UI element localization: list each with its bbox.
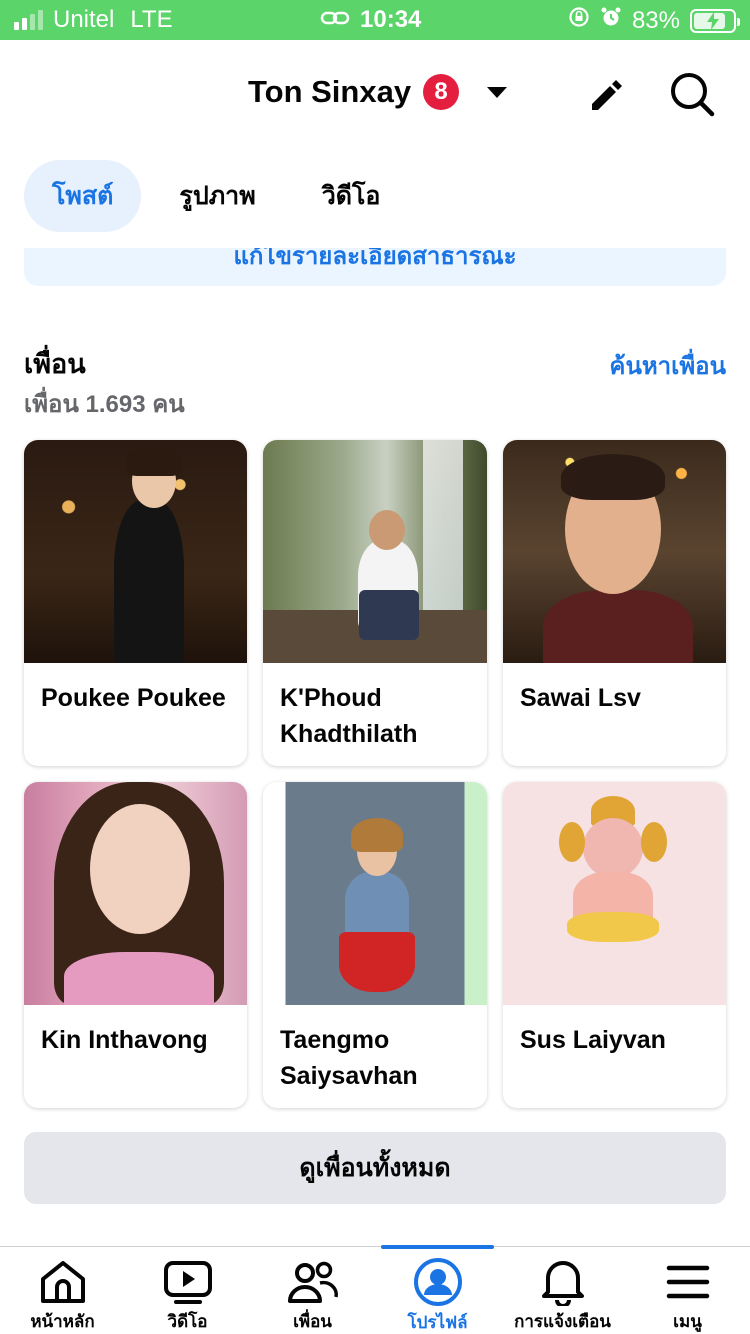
friend-card[interactable]: Sus Laiyvan [503, 782, 726, 1108]
nav-video[interactable]: วิดีโอ [125, 1247, 250, 1334]
nav-notifications[interactable]: การแจ้งเตือน [500, 1247, 625, 1334]
nav-friends[interactable]: เพื่อน [250, 1247, 375, 1334]
friend-name: K'Phoud Khadthilath [280, 684, 418, 748]
friend-photo [24, 782, 247, 1005]
friend-card[interactable]: Sawai Lsv [503, 440, 726, 766]
profile-header: Ton Sinxay 8 [0, 40, 750, 148]
tab-photos[interactable]: รูปภาพ [151, 160, 283, 232]
network-type: LTE [130, 6, 173, 33]
nav-home-label: หน้าหลัก [30, 1312, 95, 1331]
home-icon [38, 1257, 88, 1306]
friend-photo [263, 440, 487, 663]
status-right: 83% [568, 6, 740, 35]
see-all-friends-button[interactable]: ดูเพื่อนทั้งหมด [24, 1132, 726, 1204]
nav-profile[interactable]: โปรไฟล์ [375, 1245, 500, 1334]
friends-count: เพื่อน 1.693 คน [24, 391, 185, 418]
friend-photo [503, 440, 726, 663]
pencil-icon[interactable] [582, 70, 630, 118]
status-bar: Unitel LTE 10:34 83% [0, 0, 750, 40]
battery-icon [690, 8, 740, 33]
search-icon[interactable] [668, 70, 716, 118]
menu-icon [665, 1257, 711, 1306]
status-left: Unitel LTE [14, 6, 173, 34]
find-friends-link[interactable]: ค้นหาเพื่อน [609, 346, 726, 385]
battery-percent: 83% [631, 6, 680, 34]
friends-grid: Poukee Poukee K'Phoud Khadthilath Sawai … [24, 440, 726, 1108]
bell-icon [540, 1257, 586, 1306]
notification-badge: 8 [423, 74, 460, 110]
signal-icon [14, 10, 43, 30]
tab-videos[interactable]: วิดีโอ [294, 160, 409, 232]
nav-menu[interactable]: เมนู [625, 1247, 750, 1334]
chevron-down-icon [487, 86, 508, 98]
edit-public-details-button[interactable]: แก้ไขรายละเอียดสาธารณะ [24, 248, 726, 286]
profile-name: Ton Sinxay [248, 74, 412, 109]
nav-profile-label: โปรไฟล์ [407, 1313, 468, 1332]
friends-icon [287, 1257, 339, 1306]
alarm-icon [600, 6, 622, 35]
friend-card[interactable]: Taengmo Saiysavhan [263, 782, 487, 1108]
bottom-nav: หน้าหลัก วิดีโอ เพื่อน โปรไฟล์ การแจ้งเต… [0, 1245, 750, 1334]
friend-name: Kin Inthavong [41, 1026, 208, 1054]
profile-icon [413, 1257, 463, 1307]
edit-public-details-label: แก้ไขรายละเอียดสาธารณะ [233, 248, 517, 270]
profile-tabs: โพสต์ รูปภาพ วิดีโอ [24, 160, 408, 232]
friend-name: Sawai Lsv [520, 684, 641, 712]
carrier-name: Unitel [53, 6, 115, 33]
friend-card[interactable]: Kin Inthavong [24, 782, 247, 1108]
nav-home[interactable]: หน้าหลัก [0, 1247, 125, 1334]
friend-name: Taengmo Saiysavhan [280, 1026, 418, 1090]
friend-photo [503, 782, 726, 1005]
nav-menu-label: เมนู [673, 1312, 702, 1331]
nav-friends-label: เพื่อน [293, 1312, 332, 1331]
friend-card[interactable]: Poukee Poukee [24, 440, 247, 766]
friend-photo [24, 440, 247, 663]
friend-name: Sus Laiyvan [520, 1026, 666, 1054]
video-icon [163, 1257, 213, 1306]
tab-posts[interactable]: โพสต์ [24, 160, 142, 232]
friends-section-title: เพื่อน [24, 349, 86, 379]
nav-notifications-label: การแจ้งเตือน [514, 1312, 611, 1331]
link-icon [320, 6, 350, 34]
status-center: 10:34 [320, 6, 421, 34]
profile-switcher[interactable]: Ton Sinxay 8 [248, 74, 508, 110]
rotation-lock-icon [568, 6, 590, 35]
nav-video-label: วิดีโอ [167, 1312, 208, 1331]
clock-time: 10:34 [360, 6, 422, 33]
friend-photo [263, 782, 487, 1005]
friend-card[interactable]: K'Phoud Khadthilath [263, 440, 487, 766]
friend-name: Poukee Poukee [41, 684, 226, 712]
